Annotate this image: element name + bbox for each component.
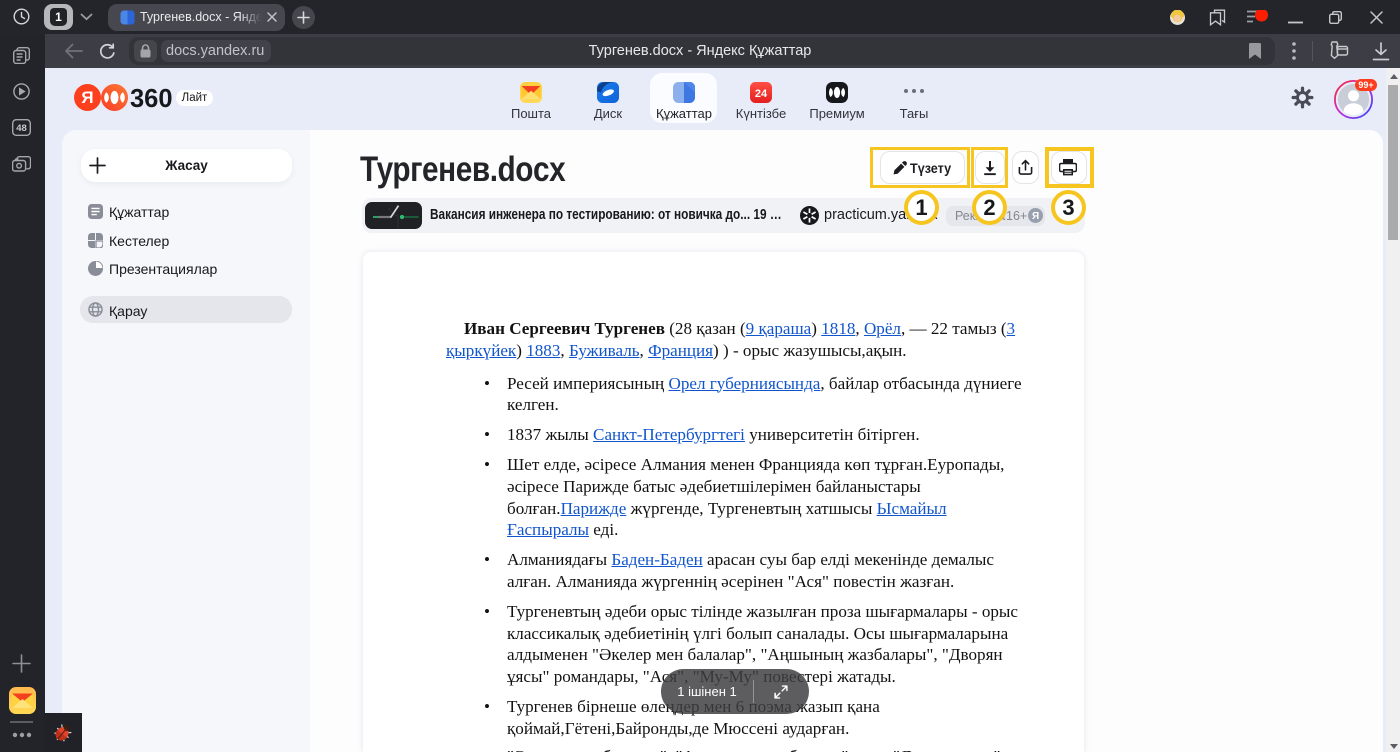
svg-text:48: 48 — [16, 123, 27, 134]
svg-text:24: 24 — [755, 88, 768, 100]
svg-text:Я: Я — [1032, 211, 1039, 222]
